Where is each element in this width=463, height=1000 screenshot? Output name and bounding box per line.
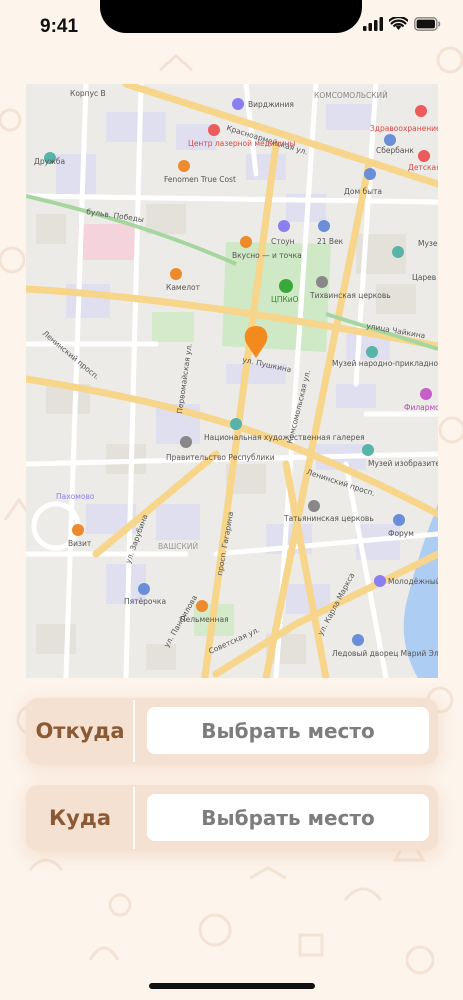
- map-label: Форум: [388, 529, 414, 538]
- to-label: Куда: [49, 806, 111, 830]
- device-notch: [100, 0, 362, 33]
- map-label: Правительство Республики: [166, 453, 275, 462]
- map-label: Тихвинская церковь: [309, 291, 391, 300]
- status-time: 9:41: [40, 16, 79, 37]
- map-label: Вирджиния: [248, 100, 294, 109]
- map-hospital-area: [78, 224, 136, 260]
- map-label: Визит: [68, 539, 92, 548]
- map-label: Корпус В: [70, 89, 106, 98]
- to-select-button[interactable]: Выбрать место: [147, 794, 429, 841]
- battery-icon: [414, 17, 441, 31]
- map-label: Сбербанк: [376, 146, 414, 155]
- map-label: Пятёрочка: [124, 597, 166, 606]
- route-to-row: Куда Выбрать место: [26, 785, 438, 851]
- map-label: Центр лазерной медицины: [188, 139, 296, 148]
- status-icons: [363, 17, 441, 31]
- map-label: 21 Век: [317, 237, 344, 246]
- route-from-row: Откуда Выбрать место: [26, 698, 438, 764]
- to-divider: [133, 787, 135, 849]
- map-canvas[interactable]: Корпус В Вирджиния КОМСОМОЛЬСКИЙ Красноа…: [26, 84, 438, 678]
- map-label: Музей народно-прикладного искусства: [332, 359, 438, 368]
- map-label: Вкусно — и точка: [232, 251, 302, 260]
- map-label: Здравоохранение: [370, 124, 438, 133]
- home-indicator[interactable]: [149, 983, 315, 989]
- map-park-small: [152, 312, 194, 342]
- map-label: Камелот: [166, 283, 201, 292]
- status-bar: 9:41: [0, 0, 463, 56]
- map-label: Музей изобразительных искусств: [368, 459, 438, 468]
- map-label: Детская городская больница: [408, 163, 438, 172]
- from-select-button[interactable]: Выбрать место: [147, 707, 429, 754]
- map-label: ЦПКиО: [271, 295, 299, 304]
- map-label: Стоун: [271, 237, 295, 246]
- map-label: Дружба: [34, 157, 65, 166]
- map-label: Fenomen True Cost: [164, 175, 236, 184]
- from-label: Откуда: [35, 719, 125, 743]
- map-label: Ледовый дворец Марий Эл: [332, 649, 438, 658]
- map-label: Дом быта: [344, 187, 382, 196]
- map-label: Татьянинская церковь: [283, 514, 374, 523]
- signal-icon: [363, 17, 383, 31]
- map-label: ВАШСКИЙ: [158, 542, 198, 551]
- map-label: Царев: [412, 273, 436, 282]
- map-label: КОМСОМОЛЬСКИЙ: [314, 91, 388, 100]
- from-divider: [133, 700, 135, 762]
- map-label: Музей: [418, 239, 438, 248]
- wifi-icon: [389, 17, 408, 30]
- map-label: Пахомово: [56, 492, 95, 501]
- map-view[interactable]: Корпус В Вирджиния КОМСОМОЛЬСКИЙ Красноа…: [26, 84, 438, 678]
- map-label: Филармония им. Я. Э.: [404, 403, 438, 412]
- map-label: Национальная художественная галерея: [204, 433, 365, 442]
- map-label: Молодёжный: [388, 577, 438, 586]
